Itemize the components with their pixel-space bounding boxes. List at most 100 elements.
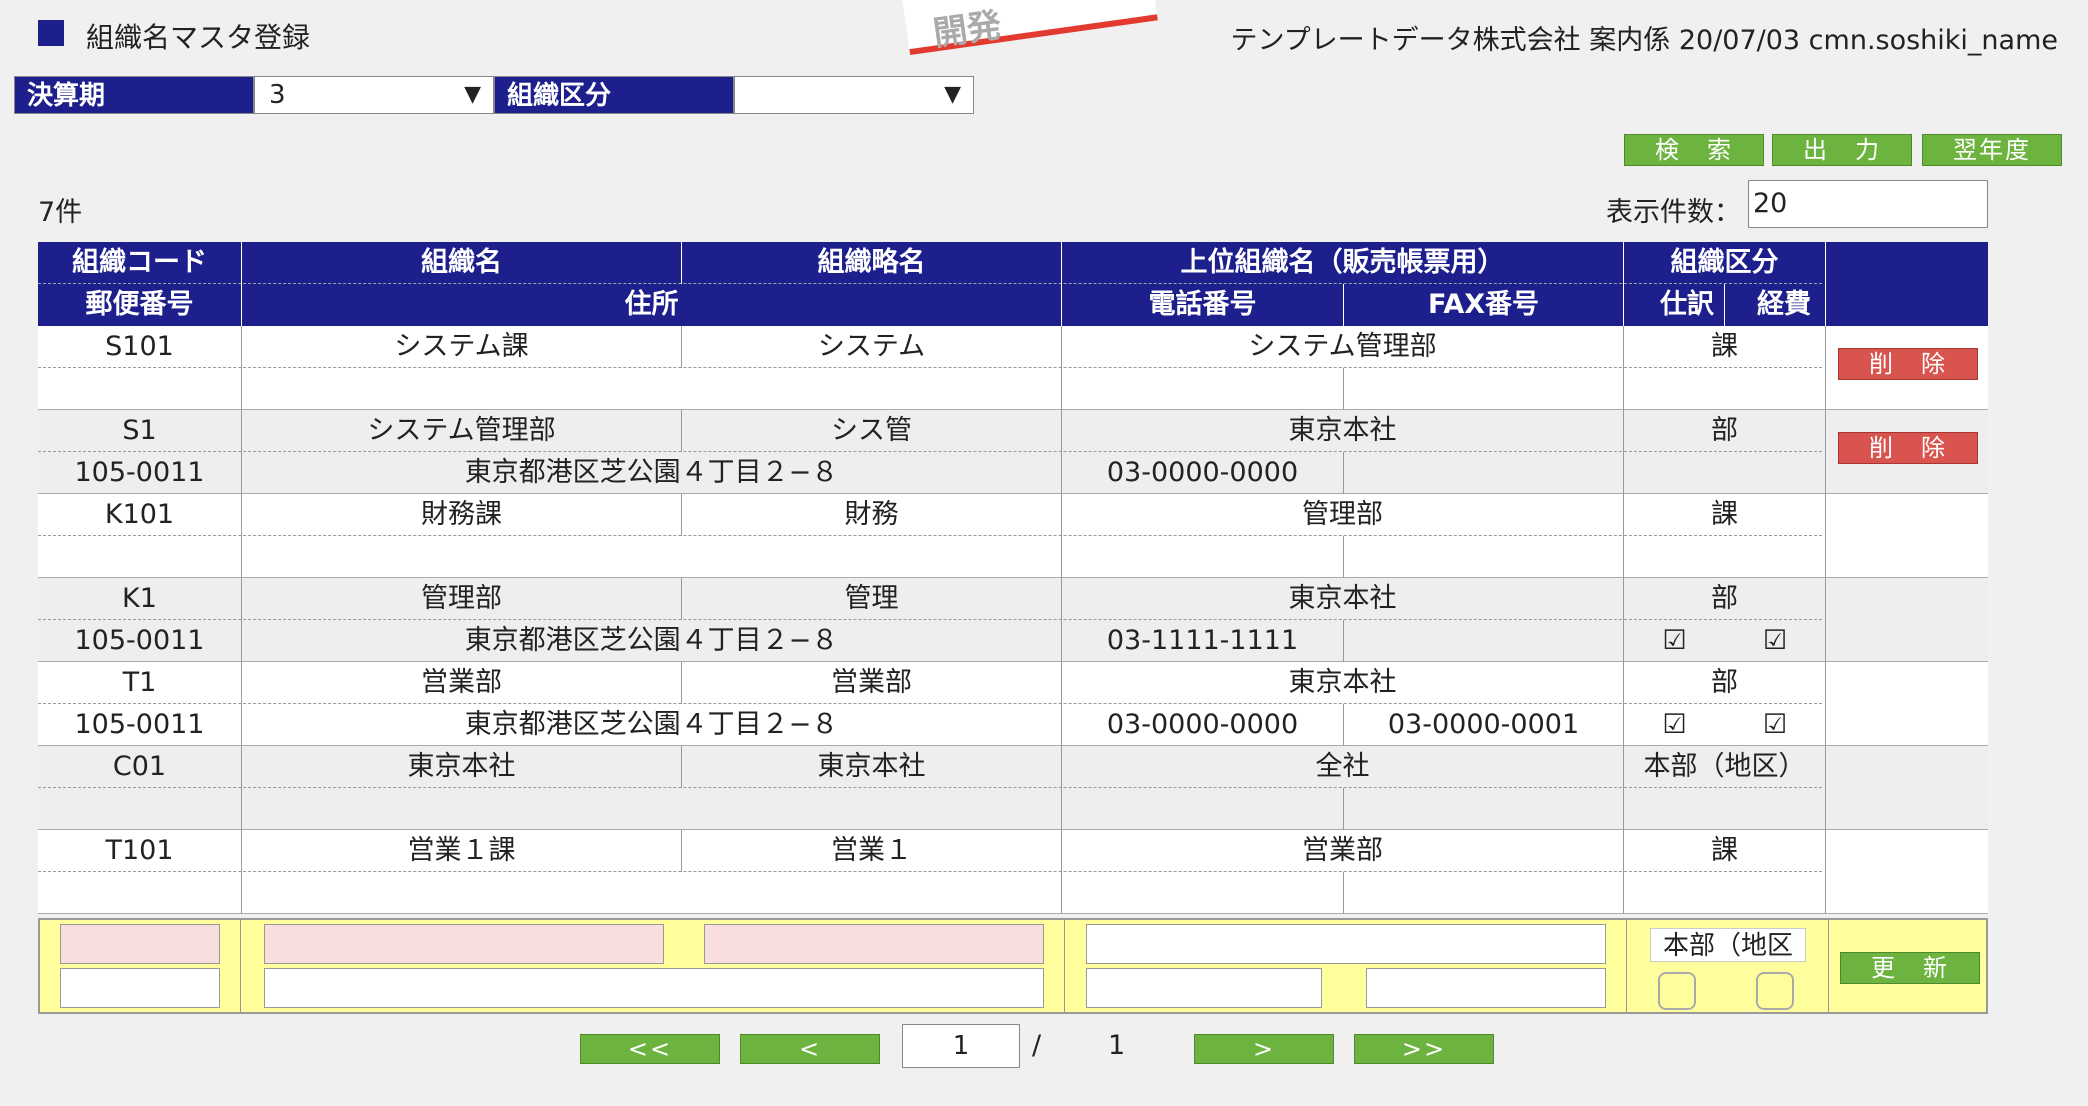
cell-address: 東京都港区芝公園４丁目２−８ (242, 452, 1062, 494)
next-page-button[interactable]: > (1194, 1034, 1334, 1064)
col-org-short: 組織略名 (682, 242, 1062, 284)
cell-address (242, 788, 1062, 830)
page-title: 組織名マスタ登録 (86, 21, 311, 54)
cell-journal (1624, 452, 1725, 494)
row-action-cell (1826, 578, 1988, 662)
edit-division-select[interactable]: 本部（地区 (1650, 928, 1806, 962)
delete-button[interactable]: 削 除 (1838, 348, 1978, 380)
cell-code: T1 (38, 662, 242, 704)
cell-address (242, 368, 1062, 410)
col-org-name: 組織名 (242, 242, 682, 284)
page-input[interactable]: 1 (902, 1024, 1020, 1068)
cell-address (242, 872, 1062, 914)
org-code-input[interactable] (60, 924, 220, 964)
division-label: 組織区分 (494, 76, 734, 114)
cell-division: 課 (1624, 326, 1826, 368)
cell-expense (1725, 788, 1826, 830)
cell-code: S101 (38, 326, 242, 368)
cell-journal: ☑ (1662, 625, 1687, 656)
cell-short: 東京本社 (682, 746, 1062, 788)
org-short-input[interactable] (704, 924, 1044, 964)
cell-fax (1344, 620, 1624, 662)
cell-division: 課 (1624, 494, 1826, 536)
cell-postal (38, 536, 242, 578)
cell-parent: 東京本社 (1062, 578, 1624, 620)
cell-phone (1062, 872, 1344, 914)
row-action-cell (1826, 746, 1988, 830)
cell-postal (38, 368, 242, 410)
phone-input[interactable] (1086, 968, 1322, 1008)
last-page-button[interactable]: >> (1354, 1034, 1494, 1064)
search-button[interactable]: 検 索 (1624, 134, 1764, 166)
cell-code: S1 (38, 410, 242, 452)
cell-short: 営業１ (682, 830, 1062, 872)
org-name-input[interactable] (264, 924, 664, 964)
table-row: K101 財務課 財務 管理部課 (38, 494, 1988, 578)
cell-postal: 105-0011 (38, 452, 242, 494)
edit-row: 本部（地区 更 新 (38, 918, 1988, 1014)
cell-postal: 105-0011 (38, 704, 242, 746)
col-phone: 電話番号 (1062, 284, 1344, 326)
output-button[interactable]: 出 力 (1772, 134, 1912, 166)
col-parent-name: 上位組織名（販売帳票用） (1062, 242, 1624, 284)
cell-parent: 全社 (1062, 746, 1624, 788)
cell-division: 部 (1624, 662, 1826, 704)
col-action (1826, 242, 1988, 326)
next-year-button[interactable]: 翌年度 (1922, 134, 2062, 166)
filter-bar: 決算期 3 ▼ 組織区分 ▼ (14, 76, 974, 116)
period-value: 3 (269, 80, 286, 110)
total-pages: 1 (1108, 1030, 1126, 1061)
cell-phone: 03-0000-0000 (1062, 452, 1344, 494)
cell-name: 管理部 (242, 578, 682, 620)
dropdown-arrow-icon: ▼ (464, 82, 481, 107)
row-action-cell (1826, 830, 1988, 914)
cell-division: 部 (1624, 578, 1826, 620)
dropdown-arrow-icon: ▼ (944, 82, 961, 107)
col-address: 住所 (242, 284, 1062, 326)
cell-code: T101 (38, 830, 242, 872)
fax-input[interactable] (1366, 968, 1606, 1008)
first-page-button[interactable]: << (580, 1034, 720, 1064)
cell-parent: 東京本社 (1062, 662, 1624, 704)
table-row: T101 営業１課 営業１ 営業部課 (38, 830, 1988, 914)
cell-name: システム管理部 (242, 410, 682, 452)
cell-name: 財務課 (242, 494, 682, 536)
division-select[interactable]: ▼ (734, 76, 974, 114)
journal-checkbox[interactable] (1658, 972, 1696, 1010)
cell-code: K101 (38, 494, 242, 536)
parent-name-input[interactable] (1086, 924, 1606, 964)
cell-fax (1344, 872, 1624, 914)
prev-page-button[interactable]: < (740, 1034, 880, 1064)
cell-journal: ☑ (1662, 709, 1687, 740)
cell-parent: 管理部 (1062, 494, 1624, 536)
row-action-cell: 削 除 (1826, 326, 1988, 410)
col-expense: 経費 (1725, 284, 1826, 326)
cell-expense (1725, 536, 1826, 578)
delete-button[interactable]: 削 除 (1838, 432, 1978, 464)
cell-short: 営業部 (682, 662, 1062, 704)
cell-division: 部 (1624, 410, 1826, 452)
table-row: K1 管理部 管理 東京本社部 105-0011 東京都港区芝公園４丁目２−８ 03-111… (38, 578, 1988, 662)
postal-input[interactable] (60, 968, 220, 1008)
period-label: 決算期 (14, 76, 254, 114)
cell-code: C01 (38, 746, 242, 788)
period-select[interactable]: 3 ▼ (254, 76, 494, 114)
org-table: 組織コード 組織名 組織略名 上位組織名（販売帳票用） 組織区分 郵便番号 住所… (38, 242, 1988, 914)
expense-checkbox[interactable] (1756, 972, 1794, 1010)
cell-expense (1725, 452, 1826, 494)
display-count-input[interactable]: 20 (1748, 180, 1988, 228)
cell-division: 本部（地区） (1624, 746, 1826, 788)
address-input[interactable] (264, 968, 1044, 1008)
cell-division: 課 (1624, 830, 1826, 872)
cell-code: K1 (38, 578, 242, 620)
cell-fax (1344, 452, 1624, 494)
update-button[interactable]: 更 新 (1840, 952, 1980, 984)
cell-expense: ☑ (1725, 620, 1826, 662)
cell-name: システム課 (242, 326, 682, 368)
cell-expense: ☑ (1725, 704, 1826, 746)
row-action-cell (1826, 662, 1988, 746)
col-org-code: 組織コード (38, 242, 242, 284)
cell-expense (1725, 368, 1826, 410)
row-action-cell: 削 除 (1826, 410, 1988, 494)
cell-short: シス管 (682, 410, 1062, 452)
